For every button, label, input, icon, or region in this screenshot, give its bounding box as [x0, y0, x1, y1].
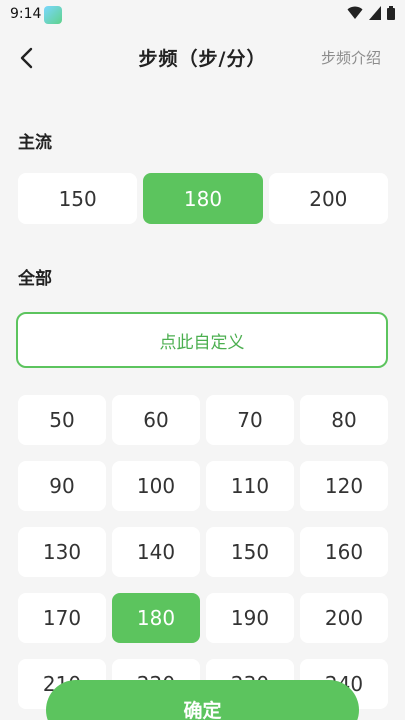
all-options-grid: 50 60 70 80 90 100 110 120 130 140 150 160 170 180 190…: [18, 395, 388, 709]
confirm-button[interactable]: 确定: [46, 680, 359, 720]
cadence-option-190[interactable]: 190: [206, 593, 294, 643]
main-options: 150 180 200: [18, 173, 388, 224]
cadence-option-110[interactable]: 110: [206, 461, 294, 511]
status-icons: [347, 6, 395, 20]
section-label-all: 全部: [18, 269, 52, 289]
cadence-option-200[interactable]: 200: [300, 593, 388, 643]
cadence-option-80[interactable]: 80: [300, 395, 388, 445]
custom-cadence-button[interactable]: 点此自定义: [16, 312, 388, 368]
cadence-option-140[interactable]: 140: [112, 527, 200, 577]
cadence-option-60[interactable]: 60: [112, 395, 200, 445]
cadence-option-70[interactable]: 70: [206, 395, 294, 445]
header: 步频（步/分） 步频介绍: [0, 30, 405, 86]
status-bar: 9:14: [0, 0, 405, 30]
signal-icon: [369, 6, 381, 20]
cadence-option-180[interactable]: 180: [112, 593, 200, 643]
cadence-option-130[interactable]: 130: [18, 527, 106, 577]
cadence-option-100[interactable]: 100: [112, 461, 200, 511]
cadence-intro-link[interactable]: 步频介绍: [321, 47, 381, 68]
status-time: 9:14: [10, 6, 42, 22]
cadence-option-160[interactable]: 160: [300, 527, 388, 577]
main-option-180[interactable]: 180: [143, 173, 263, 224]
notification-app-icon: [44, 6, 62, 24]
cadence-option-120[interactable]: 120: [300, 461, 388, 511]
cadence-option-170[interactable]: 170: [18, 593, 106, 643]
battery-icon: [387, 6, 395, 20]
main-option-150[interactable]: 150: [18, 173, 138, 224]
cadence-option-90[interactable]: 90: [18, 461, 106, 511]
cadence-option-50[interactable]: 50: [18, 395, 106, 445]
section-label-main: 主流: [18, 133, 52, 153]
wifi-icon: [347, 6, 363, 19]
main-option-200[interactable]: 200: [268, 173, 388, 224]
cadence-option-150[interactable]: 150: [206, 527, 294, 577]
